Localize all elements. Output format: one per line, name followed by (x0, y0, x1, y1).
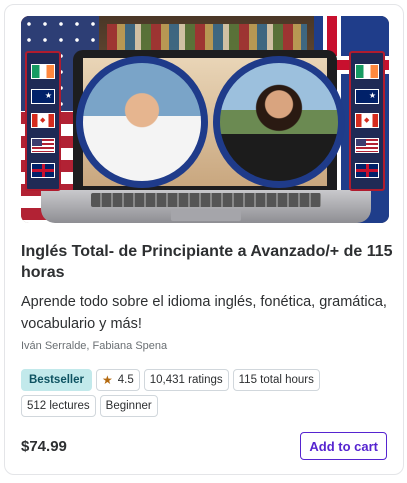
total-hours-chip: 115 total hours (232, 369, 320, 391)
australia-flag-icon (355, 88, 379, 104)
uk-flag-icon (355, 163, 379, 179)
ratings-count-chip: 10,431 ratings (143, 369, 229, 391)
usa-flag-icon (355, 138, 379, 154)
usa-flag-icon (31, 138, 55, 154)
star-icon: ★ (101, 373, 113, 387)
flag-column-right (349, 51, 385, 191)
australia-flag-icon (31, 88, 55, 104)
rating-chip: ★ 4.5 (95, 369, 140, 391)
uk-flag-icon (31, 163, 55, 179)
ireland-flag-icon (31, 63, 55, 79)
course-badges: Bestseller ★ 4.5 10,431 ratings 115 tota… (21, 369, 393, 391)
course-price: $74.99 (21, 438, 67, 455)
course-instructors: Iván Serralde, Fabiana Spena (21, 340, 168, 352)
course-thumbnail[interactable] (21, 16, 389, 223)
course-meta-row: 512 lectures Beginner (21, 395, 158, 417)
canada-flag-icon (31, 113, 55, 129)
laptop-keyboard (41, 190, 371, 223)
flag-column-left (25, 51, 61, 191)
instructor-portrait-male (76, 56, 208, 188)
add-to-cart-button[interactable]: Add to cart (300, 432, 387, 460)
rating-value: 4.5 (117, 374, 134, 386)
ireland-flag-icon (355, 63, 379, 79)
course-title[interactable]: Inglés Total- de Principiante a Avanzado… (21, 241, 393, 283)
bestseller-badge: Bestseller (21, 369, 92, 391)
level-chip: Beginner (99, 395, 158, 417)
course-subtitle: Aprende todo sobre el idioma inglés, fon… (21, 294, 387, 332)
course-card[interactable]: Inglés Total- de Principiante a Avanzado… (4, 4, 404, 475)
canada-flag-icon (355, 113, 379, 129)
lectures-chip: 512 lectures (21, 395, 96, 417)
instructor-portrait-female (213, 56, 345, 188)
